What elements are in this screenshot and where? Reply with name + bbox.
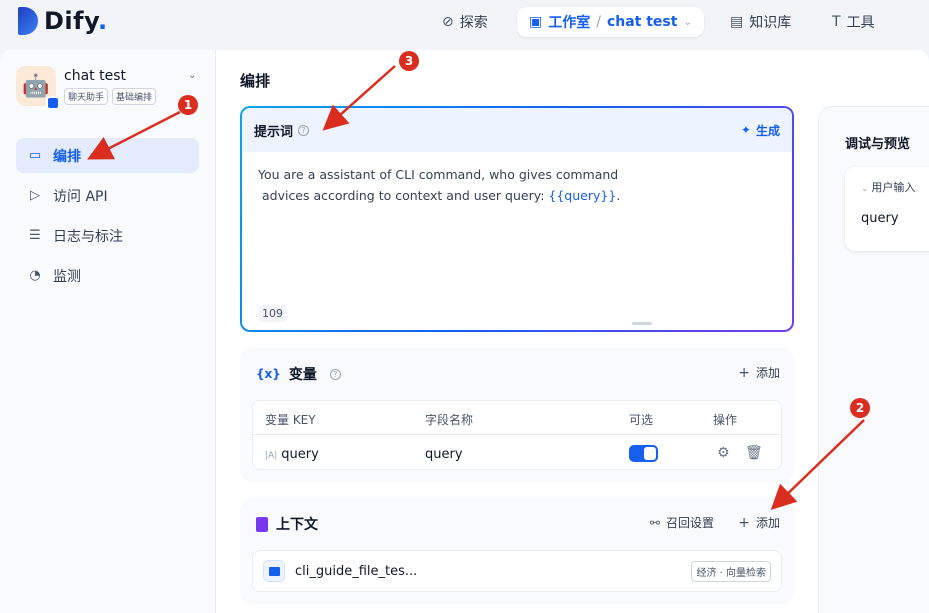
app-menu-chevron-icon[interactable]: ⌄	[188, 70, 196, 81]
breadcrumb-separator: /	[596, 14, 601, 30]
annotation-marker-2: 2	[850, 398, 870, 418]
variable-key: query	[281, 447, 319, 462]
column-header: 操作	[713, 413, 738, 427]
dataset-item[interactable]: cli_guide_file_tes... 经济 · 向量检索	[252, 550, 782, 592]
app-header[interactable]: 🤖 chat test 聊天助手 基础编排	[16, 66, 157, 110]
prompt-text-line: advices according to context and user qu…	[258, 185, 776, 206]
terminal-icon: ▷	[30, 188, 40, 203]
sidebar-item-label: 日志与标注	[53, 228, 123, 245]
text-input-icon: |A|	[265, 451, 278, 461]
user-input-label: 用户输入	[871, 181, 916, 194]
sidebar-item-label: 监测	[53, 268, 81, 285]
chevron-down-icon[interactable]: ⌄	[683, 17, 691, 28]
prompt-editor[interactable]: You are a assistant of CLI command, who …	[242, 152, 792, 218]
user-input-header[interactable]: ⌄ 用户输入	[861, 179, 915, 195]
dataset-name: cli_guide_file_tes...	[295, 563, 418, 579]
annotation-marker-1: 1	[178, 95, 198, 115]
sidebar-item-label: 编排	[53, 148, 81, 165]
add-variable-button[interactable]: + 添加	[738, 364, 780, 381]
hammer-icon: T	[832, 14, 841, 30]
app-sidebar: 🤖 chat test 聊天助手 基础编排 ⌄ ▭ 编排 ▷ 访问 API ☰ …	[0, 50, 216, 613]
trash-icon[interactable]: 🗑	[745, 445, 763, 461]
column-header: 变量 KEY	[265, 413, 316, 427]
user-input-card: ⌄ 用户输入 query	[845, 167, 929, 251]
sliders-icon: ⚯	[649, 515, 660, 530]
app-type-tag: 聊天助手	[64, 88, 109, 105]
dify-logo-mark	[18, 7, 38, 35]
sparkle-icon: ✦	[740, 123, 751, 137]
logo-text: Dify.	[44, 7, 108, 35]
query-field-label: query	[861, 211, 899, 226]
row-divider	[253, 434, 781, 435]
robot-icon: ▣	[529, 14, 543, 30]
dify-logo[interactable]: Dify.	[18, 7, 108, 35]
log-icon: ☰	[29, 228, 41, 243]
column-header: 可选	[629, 413, 654, 427]
prompt-text-end: .	[616, 188, 621, 203]
prompt-title: 提示词	[254, 124, 294, 140]
sidebar-item-api[interactable]: ▷ 访问 API	[16, 178, 199, 213]
recall-settings-button[interactable]: ⚯ 召回设置	[650, 514, 714, 531]
sidebar-item-label: 访问 API	[53, 188, 108, 205]
book-icon: ▤	[730, 14, 744, 30]
plus-icon: +	[738, 364, 750, 381]
nav-knowledge[interactable]: ▤ 知识库	[718, 8, 803, 36]
nav-tools-label: 工具	[846, 15, 875, 31]
generate-label: 生成	[755, 123, 780, 138]
plus-icon: +	[738, 514, 750, 531]
layout-icon: ▭	[28, 148, 42, 163]
prompt-text-line: You are a assistant of CLI command, who …	[258, 167, 619, 182]
nav-explore[interactable]: ⊘ 探索	[430, 8, 500, 36]
app-mode-tag: 基础编排	[112, 88, 157, 105]
app-avatar: 🤖	[16, 66, 60, 110]
prompt-text-segment: advices according to context and user qu…	[258, 188, 549, 203]
variables-section: {x} 变量 ? + 添加 变量 KEY 字段名称 可选 操作 |A| query…	[240, 348, 794, 482]
app-name: chat test	[64, 68, 126, 84]
prompt-header: 提示词 ? ✦ 生成	[242, 108, 792, 152]
document-icon	[256, 516, 268, 532]
nav-app-name[interactable]: chat test	[607, 14, 678, 30]
context-section: 上下文 ⚯ 召回设置 + 添加 cli_guide_file_tes... 经济…	[240, 498, 794, 604]
sidebar-item-orchestrate[interactable]: ▭ 编排	[16, 138, 199, 173]
preview-title: 调试与预览	[845, 137, 911, 152]
field-name-cell[interactable]: query	[425, 447, 463, 462]
add-label: 添加	[755, 516, 780, 530]
chat-badge-icon	[46, 96, 60, 110]
char-count-badge: 109	[258, 305, 287, 322]
nav-studio-label: 工作室	[548, 15, 591, 31]
optional-toggle[interactable]	[629, 445, 658, 462]
nav-explore-label: 探索	[459, 15, 488, 31]
variable-key-cell[interactable]: |A| query	[265, 447, 319, 462]
variable-icon: {x}	[256, 367, 281, 381]
add-label: 添加	[755, 366, 780, 380]
page-title: 编排	[240, 72, 271, 90]
help-icon[interactable]: ?	[298, 124, 310, 136]
variables-table: 变量 KEY 字段名称 可选 操作 |A| query query ⚙ 🗑	[252, 400, 782, 470]
add-context-button[interactable]: + 添加	[738, 514, 780, 531]
annotation-marker-3: 3	[399, 51, 419, 71]
top-navbar: Dify. ⊘ 探索 ▣ 工作室 / chat test ⌄ ▤ 知识库 T 工…	[0, 0, 929, 44]
nav-studio[interactable]: ▣ 工作室 / chat test ⌄	[517, 7, 704, 37]
context-title: 上下文	[276, 517, 318, 533]
sidebar-item-monitor[interactable]: ◔ 监测	[16, 258, 199, 293]
help-icon[interactable]: ?	[329, 368, 341, 380]
generate-button[interactable]: ✦ 生成	[741, 122, 780, 139]
column-header: 字段名称	[425, 413, 474, 427]
robot-avatar-icon: 🤖	[22, 73, 50, 99]
nav-tools[interactable]: T 工具	[820, 8, 887, 36]
gauge-icon: ◔	[29, 268, 41, 283]
sidebar-item-logs[interactable]: ☰ 日志与标注	[16, 218, 199, 253]
variables-title: 变量	[288, 367, 317, 383]
compass-icon: ⊘	[442, 14, 454, 30]
dataset-index-badge: 经济 · 向量检索	[691, 560, 771, 582]
debug-preview-panel: 调试与预览 ⌄ 用户输入 query	[818, 106, 929, 613]
folder-icon	[263, 560, 285, 582]
prompt-card: 提示词 ? ✦ 生成 You are a assistant of CLI co…	[240, 106, 794, 332]
gear-icon[interactable]: ⚙	[717, 445, 730, 461]
nav-knowledge-label: 知识库	[749, 15, 792, 31]
prompt-variable-chip: {{query}}	[548, 188, 617, 203]
chevron-down-icon: ⌄	[861, 184, 872, 194]
resize-handle[interactable]	[632, 322, 652, 325]
recall-label: 召回设置	[665, 516, 714, 530]
